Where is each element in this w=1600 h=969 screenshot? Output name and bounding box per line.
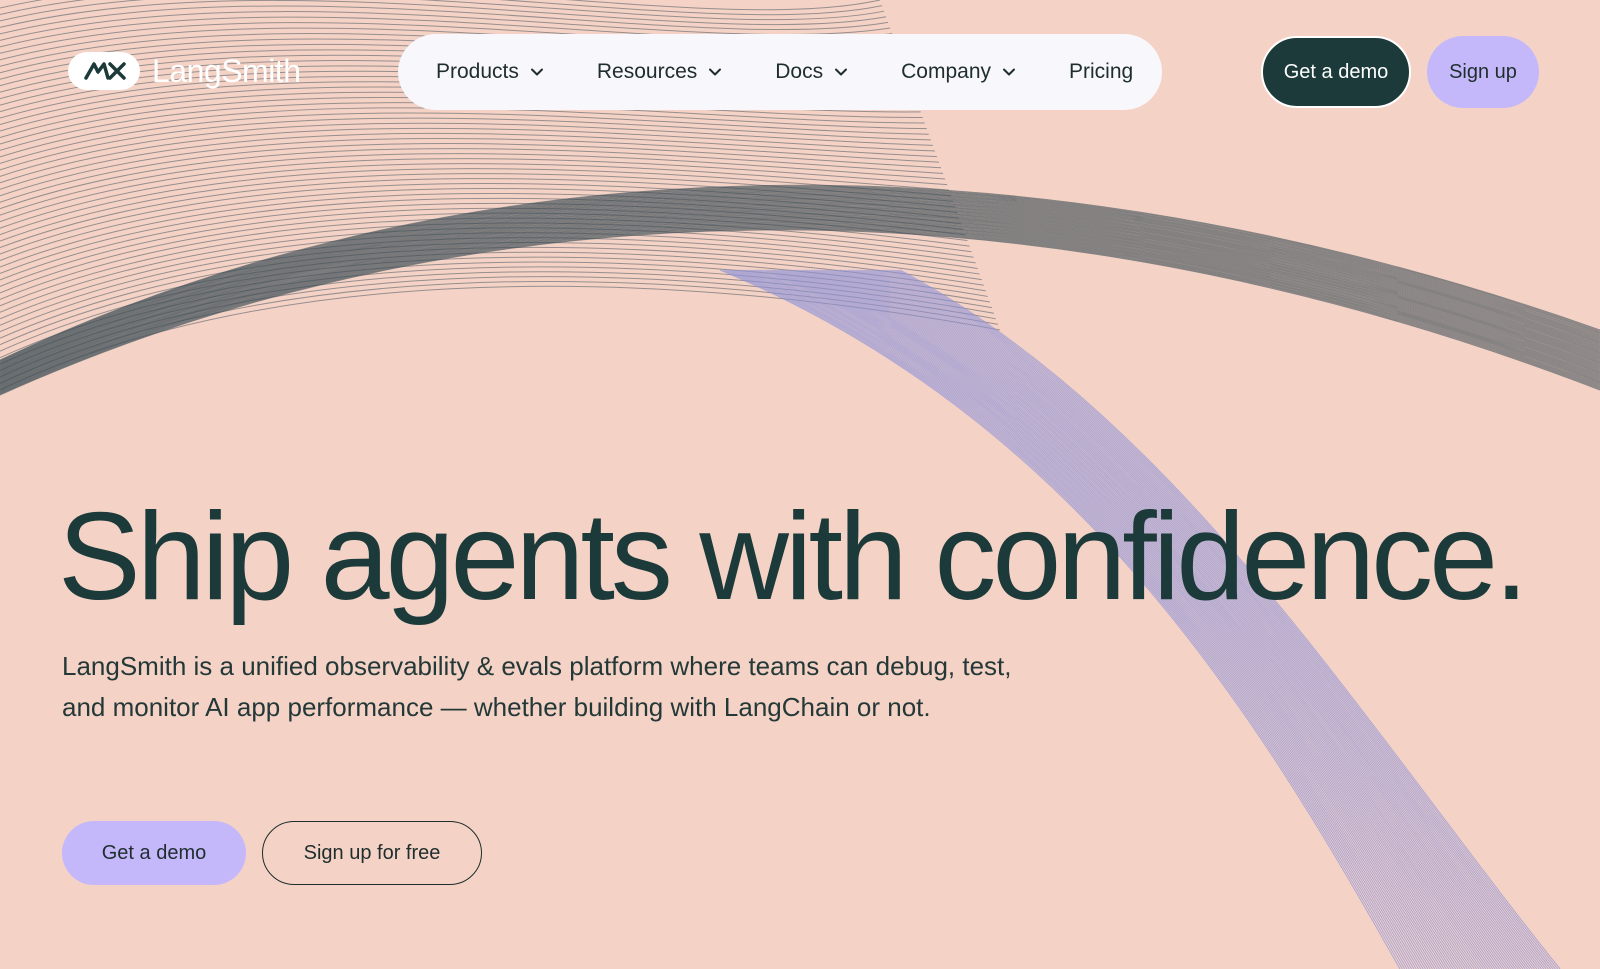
hero-subheadline: LangSmith is a unified observability & e… bbox=[62, 651, 1012, 722]
wave-line bbox=[0, 0, 885, 22]
nav-item-products[interactable]: Products bbox=[436, 60, 545, 84]
hero-headline: Ship agents with confidence. bbox=[58, 488, 1529, 626]
nav-item-label: Pricing bbox=[1069, 60, 1134, 83]
chevron-down-icon bbox=[1003, 68, 1016, 76]
nav-item-label: Docs bbox=[775, 60, 824, 83]
sign-up-for-free-button[interactable]: Sign up for free bbox=[262, 821, 482, 885]
wave-line bbox=[0, 228, 1600, 395]
background-wave-lines bbox=[0, 0, 1600, 969]
wave-line bbox=[0, 229, 1600, 396]
get-a-demo-button[interactable]: Get a demo bbox=[1261, 36, 1411, 108]
nav-item-company[interactable]: Company bbox=[901, 60, 1017, 84]
nav-item-resources[interactable]: Resources bbox=[597, 60, 723, 84]
hero-get-a-demo-button[interactable]: Get a demo bbox=[62, 821, 246, 885]
main-nav: Products Resources Docs Company Pricing bbox=[398, 34, 1162, 110]
wave-line bbox=[0, 0, 881, 11]
sign-up-button[interactable]: Sign up bbox=[1427, 36, 1539, 108]
brand-logo[interactable]: LangSmith bbox=[68, 52, 301, 90]
nav-item-label: Resources bbox=[596, 60, 698, 83]
chevron-down-icon bbox=[530, 68, 543, 76]
chevron-down-icon bbox=[709, 68, 722, 76]
nav-item-pricing[interactable]: Pricing bbox=[1069, 60, 1133, 84]
chevron-down-icon bbox=[835, 68, 848, 76]
wave-line bbox=[0, 0, 887, 28]
wave-line bbox=[0, 127, 935, 184]
langsmith-logo-icon bbox=[68, 52, 140, 90]
brand-name: LangSmith bbox=[152, 52, 301, 89]
nav-item-label: Products bbox=[436, 60, 519, 83]
nav-item-docs[interactable]: Docs bbox=[775, 60, 849, 84]
nav-item-label: Company bbox=[901, 60, 992, 83]
